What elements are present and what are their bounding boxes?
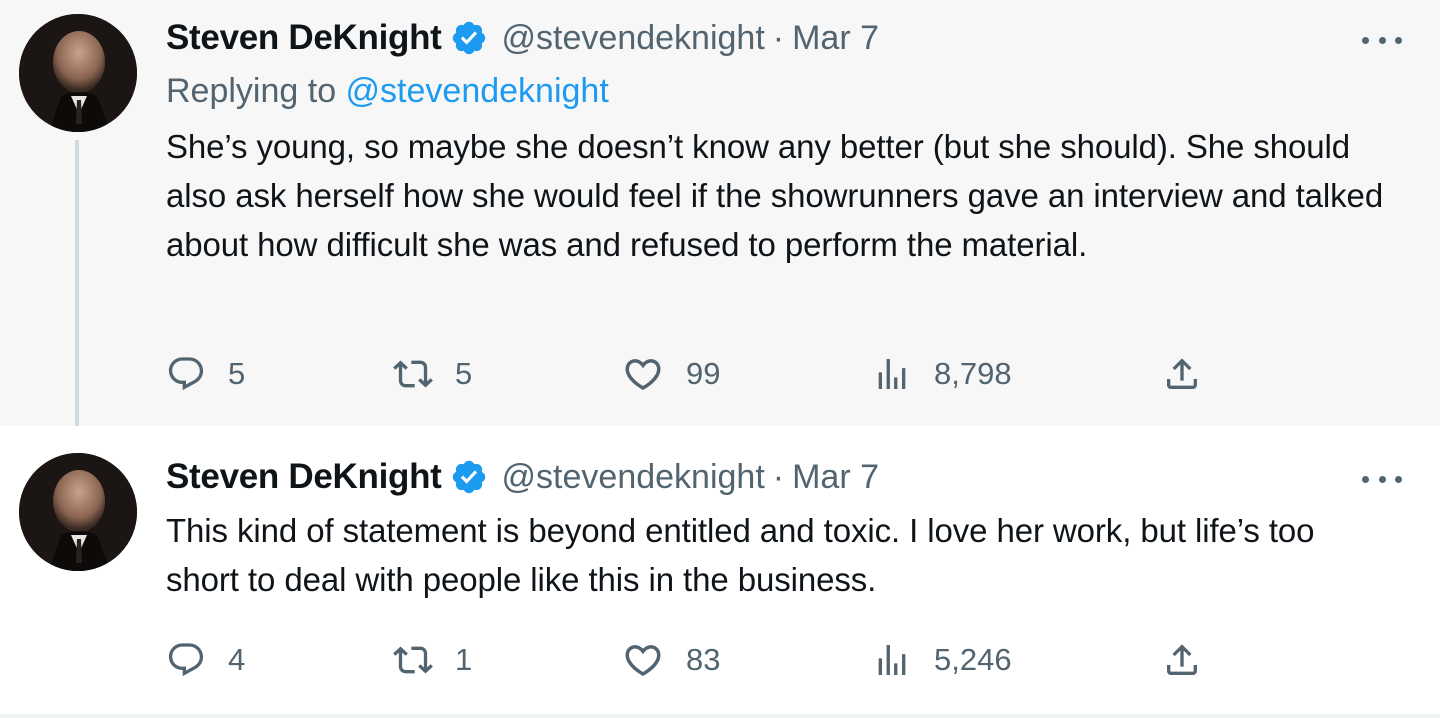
views-icon	[878, 645, 906, 675]
tweet-text: This kind of statement is beyond entitle…	[166, 512, 1315, 598]
retweet-button[interactable]: 1	[393, 638, 472, 682]
author-handle[interactable]: @stevendeknight	[502, 458, 765, 497]
tweet-date[interactable]: Mar 7	[792, 19, 879, 58]
reply-count: 4	[228, 642, 246, 677]
like-button[interactable]: 83	[622, 638, 720, 682]
reply-button[interactable]: 5	[166, 352, 245, 396]
replying-handle-link[interactable]: @stevendeknight	[346, 72, 609, 110]
retweet-button[interactable]: 5	[393, 352, 472, 396]
heart-icon	[625, 645, 661, 677]
tweet-actions: 4 1 83 5,246	[0, 638, 1440, 682]
more-options-icon[interactable]	[1362, 472, 1402, 486]
separator: ·	[772, 457, 785, 496]
verified-badge-icon	[450, 458, 488, 496]
like-button[interactable]: 99	[622, 352, 720, 396]
tweet-header: Steven DeKnight @stevendeknight · Mar 7	[166, 457, 879, 497]
author-handle[interactable]: @stevendeknight	[502, 19, 765, 58]
verified-badge-icon	[450, 19, 488, 57]
reply-button[interactable]: 4	[166, 638, 245, 682]
reply-count: 5	[228, 356, 246, 391]
tweet-text: She’s young, so maybe she doesn’t know a…	[166, 128, 1384, 263]
author-name[interactable]: Steven DeKnight	[166, 18, 442, 58]
heart-icon	[625, 359, 661, 391]
reply-icon	[168, 643, 204, 677]
tweet-actions: 5 5 99 8,798	[0, 352, 1440, 396]
tweet[interactable]: Steven DeKnight @stevendeknight · Mar 7 …	[0, 0, 1440, 441]
views-button[interactable]: 8,798	[872, 352, 1012, 396]
reply-icon	[168, 357, 204, 391]
replying-to: Replying to @stevendeknight	[166, 72, 609, 111]
replying-prefix: Replying to	[166, 72, 346, 110]
share-icon	[1167, 358, 1197, 389]
divider	[0, 714, 1440, 718]
avatar[interactable]	[19, 14, 137, 132]
tweet-header: Steven DeKnight @stevendeknight · Mar 7	[166, 18, 879, 58]
author-name[interactable]: Steven DeKnight	[166, 457, 442, 497]
retweet-icon	[393, 646, 433, 674]
views-button[interactable]: 5,246	[872, 638, 1012, 682]
view-count: 5,246	[934, 642, 1012, 677]
like-count: 99	[686, 356, 721, 391]
retweet-count: 1	[455, 642, 473, 677]
retweet-icon	[393, 360, 433, 388]
share-button[interactable]	[1162, 638, 1202, 682]
avatar[interactable]	[19, 453, 137, 571]
share-icon	[1167, 644, 1197, 675]
share-button[interactable]	[1162, 352, 1202, 396]
like-count: 83	[686, 642, 721, 677]
tweet[interactable]: Steven DeKnight @stevendeknight · Mar 7 …	[0, 426, 1440, 714]
separator: ·	[772, 18, 785, 57]
view-count: 8,798	[934, 356, 1012, 391]
tweet-date[interactable]: Mar 7	[792, 458, 879, 497]
views-icon	[878, 359, 906, 389]
retweet-count: 5	[455, 356, 473, 391]
more-options-icon[interactable]	[1362, 33, 1402, 47]
